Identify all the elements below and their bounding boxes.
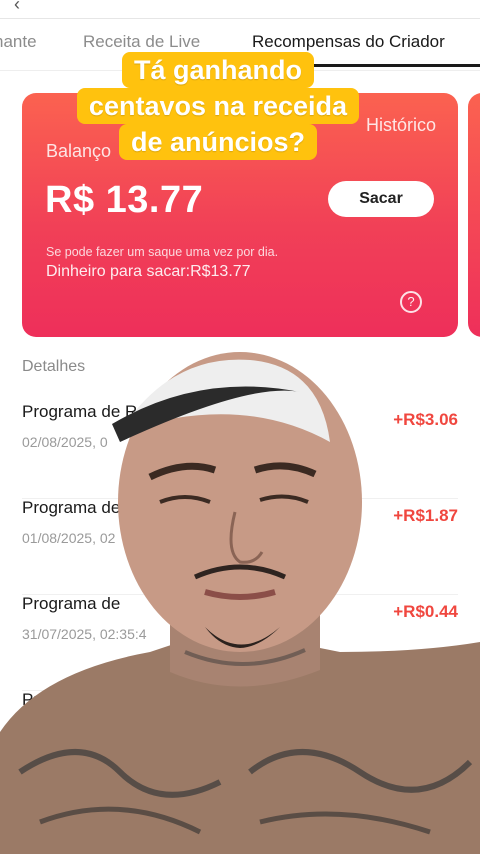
tab-partial[interactable]: nante (0, 32, 37, 52)
caption-line-1: Tá ganhando (122, 52, 314, 88)
balance-amount: R$ 13.77 (45, 179, 204, 221)
back-icon[interactable]: ‹ (14, 0, 20, 15)
withdraw-note: Se pode fazer um saque uma vez por dia. (46, 245, 279, 259)
available-to-withdraw: Dinheiro para sacar:R$13.77 (46, 263, 251, 281)
top-bar: ‹ (0, 0, 480, 19)
caption-line-2: centavos na receida (76, 88, 360, 124)
withdraw-button[interactable]: Sacar (328, 181, 434, 217)
available-value: R$13.77 (190, 263, 251, 280)
tab-live-revenue[interactable]: Receita de Live (83, 32, 200, 52)
next-card-peek[interactable] (468, 93, 480, 337)
caption-line-3: de anúncios? (118, 124, 318, 160)
caption-overlay: Tá ganhando centavos na receida de anúnc… (68, 52, 368, 160)
person-overlay (0, 352, 480, 854)
history-link[interactable]: Histórico (366, 115, 436, 136)
available-label: Dinheiro para sacar: (46, 263, 191, 280)
tab-creator-rewards[interactable]: Recompensas do Criador (252, 32, 445, 52)
help-icon[interactable]: ? (400, 291, 422, 313)
